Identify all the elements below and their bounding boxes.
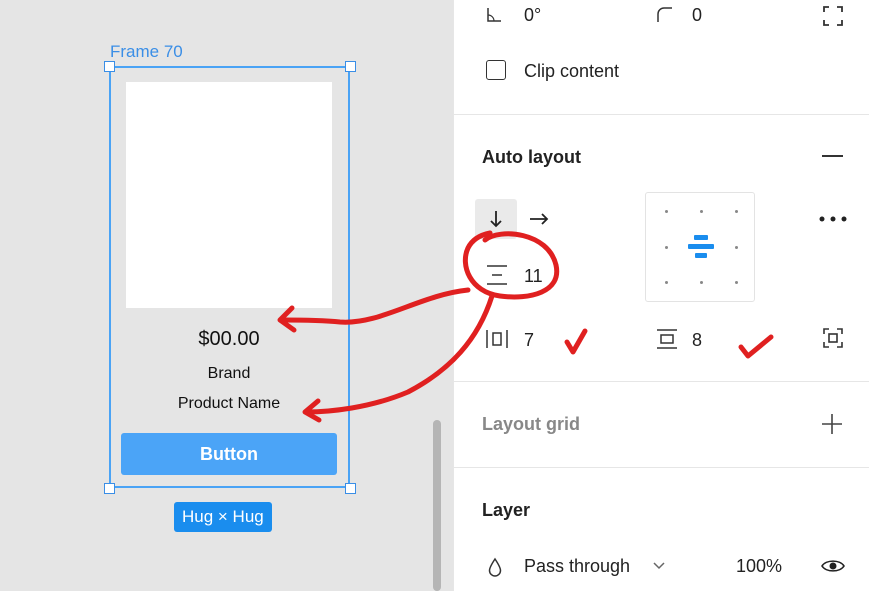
annotation-arrow-to-product-name: [303, 293, 495, 415]
annotation-check-horizontal-padding: [564, 328, 588, 355]
annotation-arrow-to-price: [279, 287, 471, 325]
red-annotation-overlay: [277, 230, 774, 423]
annotation-check-vertical-padding: [738, 334, 774, 359]
annotation-circle: [462, 230, 560, 300]
